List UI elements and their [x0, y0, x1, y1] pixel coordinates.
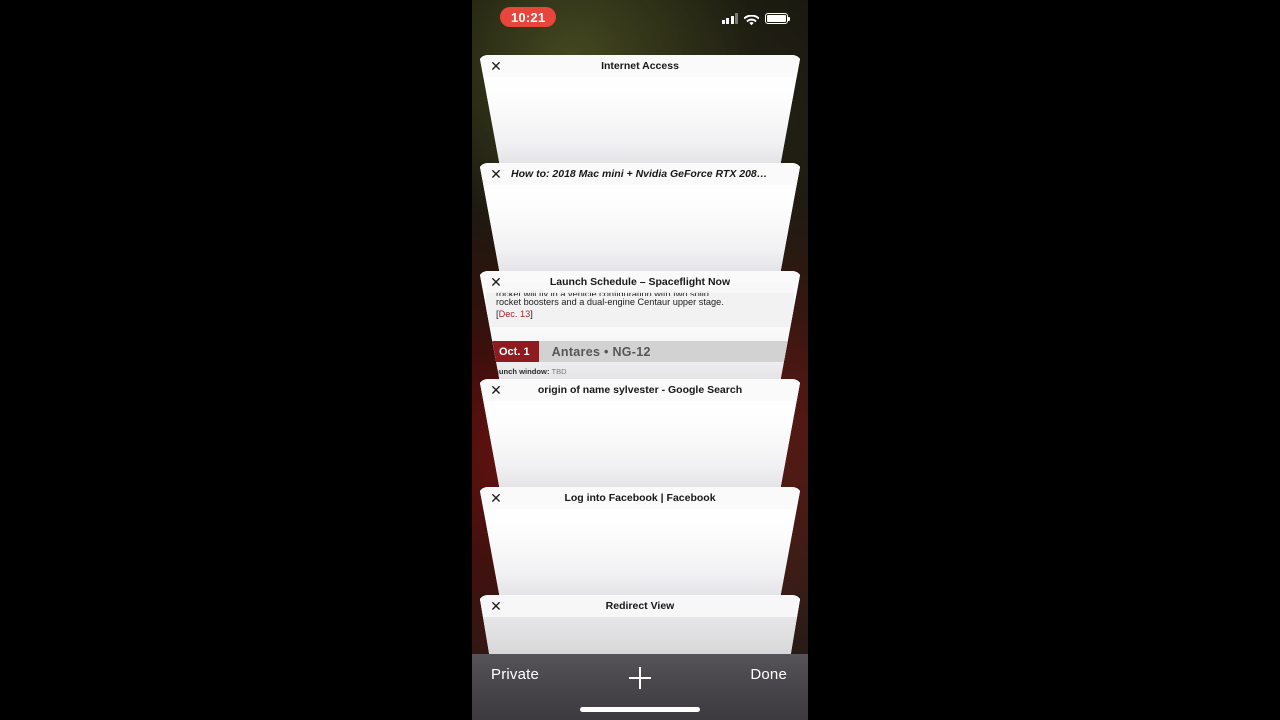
wifi-icon [743, 13, 760, 26]
battery-full-icon [765, 12, 791, 24]
status-icons [721, 10, 791, 26]
launch-entry-row: Oct. 1 Antares • NG-12 [490, 341, 790, 362]
home-indicator[interactable] [580, 707, 700, 712]
tab-header: Redirect View [479, 595, 801, 617]
cellular-bars-icon [721, 13, 738, 24]
date-link[interactable]: Dec. 13 [499, 309, 531, 319]
tab-title: How to: 2018 Mac mini + Nvidia GeForce R… [511, 168, 769, 180]
close-icon[interactable]: ✕ [488, 274, 504, 290]
tab-card[interactable]: origin of name sylvester - Google Search… [479, 379, 801, 491]
tab-header: Log into Facebook | Facebook [479, 487, 801, 509]
bracket-close: ] [530, 309, 533, 319]
launch-window-value: TBD [551, 367, 567, 376]
screenshot-root: 10:21 Internet Access ✕ How to: 2018 Mac… [0, 0, 1280, 720]
done-button[interactable]: Done [750, 666, 787, 683]
close-icon[interactable]: ✕ [488, 598, 504, 614]
tab-header: Launch Schedule – Spaceflight Now [479, 271, 801, 293]
tab-header: Internet Access [479, 55, 801, 77]
tab-header: origin of name sylvester - Google Search [479, 379, 801, 401]
tab-title: origin of name sylvester - Google Search [537, 384, 743, 396]
tab-card[interactable]: Log into Facebook | Facebook ✕ [479, 487, 801, 599]
status-bar: 10:21 [472, 0, 808, 42]
close-icon[interactable]: ✕ [488, 382, 504, 398]
private-button[interactable]: Private [491, 666, 539, 683]
tab-title: Log into Facebook | Facebook [564, 492, 716, 504]
tab-title: Internet Access [601, 60, 679, 72]
tab-toolbar: Private Done [472, 654, 808, 720]
plus-icon[interactable] [629, 667, 651, 689]
tab-card[interactable]: Internet Access ✕ [479, 55, 801, 167]
close-icon[interactable]: ✕ [488, 490, 504, 506]
launch-window-label: Launch window: [490, 367, 550, 376]
recording-time-pill[interactable]: 10:21 [500, 7, 557, 27]
tab-title: Redirect View [605, 600, 675, 612]
paragraph-line-2: rocket boosters and a dual-engine Centau… [496, 297, 724, 307]
tab-card[interactable]: Redirect View ✕ [479, 595, 801, 655]
launch-mission-name: Antares • NG-12 [551, 344, 651, 359]
tab-card[interactable]: rocket will fly in a vehicle configurati… [479, 271, 801, 383]
tab-stack[interactable]: Internet Access ✕ How to: 2018 Mac mini … [472, 0, 808, 655]
close-icon[interactable]: ✕ [488, 166, 504, 182]
launch-date-badge: Oct. 1 [490, 341, 539, 362]
phone-screen: 10:21 Internet Access ✕ How to: 2018 Mac… [472, 0, 808, 720]
tab-title: Launch Schedule – Spaceflight Now [549, 276, 731, 288]
spaceflight-preview: rocket will fly in a vehicle configurati… [479, 283, 800, 383]
tab-card[interactable]: How to: 2018 Mac mini + Nvidia GeForce R… [479, 163, 801, 275]
launch-window-line: Launch window: TBD [490, 367, 790, 378]
tab-header: How to: 2018 Mac mini + Nvidia GeForce R… [479, 163, 801, 185]
close-icon[interactable]: ✕ [488, 58, 504, 74]
